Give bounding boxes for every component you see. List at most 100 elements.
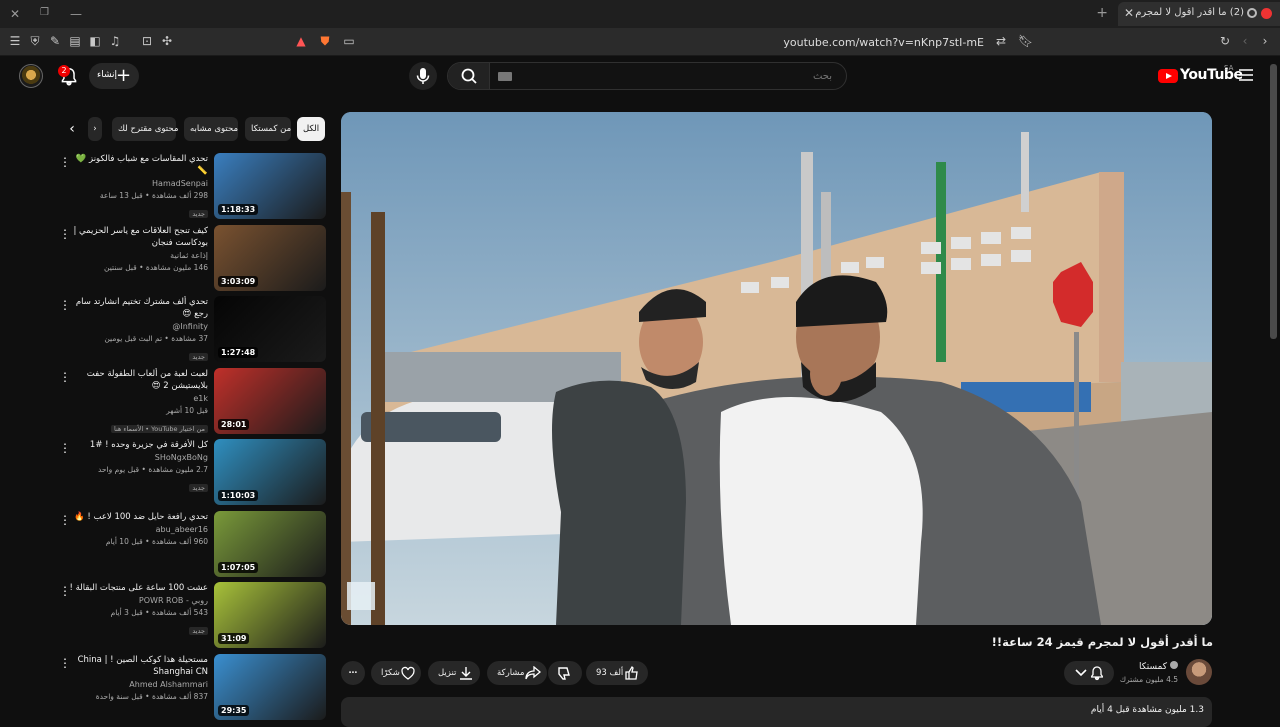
recommendation-channel[interactable]: HamadSenpai xyxy=(68,178,208,190)
views-and-date: 1.3 مليون مشاهدة قبل 4 أيام xyxy=(1090,705,1204,715)
sidebar-menu-icon[interactable]: ☰ xyxy=(8,34,22,48)
recommendation-thumbnail[interactable]: 28:01 xyxy=(214,367,326,434)
music-icon[interactable]: ♫ xyxy=(108,34,122,48)
subscription-notifications-button[interactable] xyxy=(1064,661,1114,685)
channel-name[interactable]: كمستكا xyxy=(1139,661,1178,672)
download-button[interactable]: تنزيل xyxy=(428,661,480,685)
address-bar[interactable]: ▲ ⛊ ▭ youtube.com/watch?v=nKnp7stI-mE ⇄ xyxy=(288,31,1014,53)
account-avatar[interactable] xyxy=(19,64,43,88)
new-tab-icon[interactable]: + xyxy=(1096,5,1108,21)
share-button[interactable]: مشاركة xyxy=(487,661,547,685)
reload-icon[interactable]: ↻ xyxy=(1218,34,1232,48)
recommendation-thumbnail[interactable]: 29:35 xyxy=(214,653,326,720)
verified-icon xyxy=(1170,661,1178,669)
more-options-icon[interactable]: ⋮ xyxy=(59,298,71,312)
more-options-icon[interactable]: ⋮ xyxy=(59,370,71,384)
screenshot-icon[interactable]: ⊡ xyxy=(140,34,154,48)
recommendation-thumbnail[interactable]: 3:03:09 xyxy=(214,224,326,291)
chips-scroll-arrow-icon[interactable]: ‹ xyxy=(62,119,82,139)
like-button[interactable]: 93 ألف xyxy=(586,661,648,685)
more-options-icon[interactable]: ⋮ xyxy=(59,155,71,169)
more-options-icon[interactable]: ⋮ xyxy=(59,441,71,455)
recommendation-thumbnail[interactable]: 31:09 xyxy=(214,582,326,648)
recommendation-item[interactable]: ⋮ تحدي ألف مشترك تختيم انشارتد سام رجع 😍 I… xyxy=(56,296,326,362)
recommendation-title[interactable]: تحدي المقاسات مع شباب فالكونز 💚📏 xyxy=(68,153,208,177)
more-options-icon[interactable]: ⋮ xyxy=(59,584,71,598)
browser-tab-active[interactable]: ✕ (2) ما أقدر أقول لا لمجرم قيمز 4 xyxy=(1118,2,1280,26)
more-options-icon[interactable]: ⋮ xyxy=(59,513,71,527)
create-button[interactable]: إنشاء + xyxy=(89,63,139,89)
recommendation-title[interactable]: كيف تنجح العلاقات مع ياسر الحزيمي | بودك… xyxy=(68,225,208,249)
page-scrollbar[interactable] xyxy=(1270,64,1277,339)
forward-icon[interactable]: › xyxy=(1258,34,1272,48)
recommendation-item[interactable]: ⋮ كل الأفرقة في جزيرة وحده ! #1 SHoNgxBoNg… xyxy=(56,439,326,505)
channel-avatar[interactable] xyxy=(1186,659,1212,685)
reader-icon[interactable]: ◧ xyxy=(88,34,102,48)
voice-search-button[interactable] xyxy=(409,62,437,90)
minimize-window-icon[interactable]: — xyxy=(70,7,82,21)
duration-badge: 28:01 xyxy=(218,418,250,430)
tabs-icon[interactable]: ▤ xyxy=(68,34,82,48)
download-label: تنزيل xyxy=(438,668,457,678)
recommendation-thumbnail[interactable]: 1:18:33 xyxy=(214,153,326,219)
video-player[interactable] xyxy=(341,112,1212,625)
brave-shields-icon[interactable]: ⛊ xyxy=(318,34,332,48)
recommendation-title[interactable]: تحدي ألف مشترك تختيم انشارتد سام رجع 😍 xyxy=(68,296,208,320)
create-label: إنشاء xyxy=(97,70,118,80)
recommendation-info: تحدي رافعة حايل ضد 100 لاعب ! 🔥 abu_abeer… xyxy=(68,511,208,547)
video-title: ما أقدر أقول لا لمجرم قيمز 24 ساعة!! xyxy=(991,635,1213,649)
recommendation-item[interactable]: ⋮ كيف تنجح العلاقات مع ياسر الحزيمي | بود… xyxy=(56,224,326,291)
chip-from-channel[interactable]: من كمستكا xyxy=(245,117,291,141)
recommendation-item[interactable]: ⋮ تحدي المقاسات مع شباب فالكونز 💚📏 HamadSe… xyxy=(56,153,326,219)
recommendation-thumbnail[interactable]: 1:27:48 xyxy=(214,296,326,362)
recommendation-title[interactable]: تحدي رافعة حايل ضد 100 لاعب ! 🔥 xyxy=(68,511,208,523)
keyboard-icon[interactable] xyxy=(498,72,512,81)
recommendation-channel[interactable]: SHoNgxBoNg xyxy=(68,452,208,464)
guide-menu-icon[interactable] xyxy=(1239,69,1253,81)
chip-related[interactable]: محتوى مشابه xyxy=(184,117,238,141)
recommendation-channel[interactable]: e1k xyxy=(68,393,208,405)
tab-close-icon[interactable]: ✕ xyxy=(1124,6,1134,20)
site-settings-icon[interactable]: ⇄ xyxy=(994,34,1008,48)
thanks-button[interactable]: شكرًا xyxy=(371,661,421,685)
recommendation-thumbnail[interactable]: 1:10:03 xyxy=(214,439,326,505)
bell-chevron-icon xyxy=(1075,666,1103,681)
back-icon[interactable]: ‹ xyxy=(1238,34,1252,48)
recommendation-item[interactable]: ⋮ عشت 100 ساعة على منتجات البقالة ! روبي -… xyxy=(56,582,326,648)
description-box[interactable]: 1.3 مليون مشاهدة قبل 4 أيام xyxy=(341,697,1212,727)
thanks-label: شكرًا xyxy=(381,668,400,678)
url-text: youtube.com/watch?v=nKnp7stI-mE xyxy=(783,36,984,49)
recommendation-channel[interactable]: Ahmed Alshammari xyxy=(68,679,208,691)
recommendation-item[interactable]: ⋮ مستحيلة هذا كوكب الصين ! China | Shangh… xyxy=(56,653,326,720)
recommendation-channel[interactable]: abu_abeer16 xyxy=(68,524,208,536)
recommendation-title[interactable]: عشت 100 ساعة على منتجات البقالة ! xyxy=(68,582,208,594)
more-options-icon[interactable]: ⋮ xyxy=(59,227,71,241)
recommendation-channel[interactable]: إذاعة ثمانية xyxy=(68,250,208,262)
search-input[interactable] xyxy=(492,63,842,89)
search-icon xyxy=(461,68,477,84)
chip-truncated[interactable]: › xyxy=(88,117,102,141)
recommendation-title[interactable]: كل الأفرقة في جزيرة وحده ! #1 xyxy=(68,439,208,451)
dislike-button[interactable] xyxy=(548,661,582,685)
recommendation-channel[interactable]: روبي - POWR ROB xyxy=(68,595,208,607)
recommendation-thumbnail[interactable]: 1:07:05 xyxy=(214,510,326,577)
chip-recommended[interactable]: محتوى مقترح لك xyxy=(112,117,178,141)
page-info-icon[interactable]: ▭ xyxy=(342,34,356,48)
more-options-icon[interactable]: ⋮ xyxy=(59,656,71,670)
recommendation-title[interactable]: مستحيلة هذا كوكب الصين ! China | Shangha… xyxy=(68,654,208,678)
recommendation-item[interactable]: ⋮ تحدي رافعة حايل ضد 100 لاعب ! 🔥 abu_abee… xyxy=(56,510,326,577)
shield-icon[interactable]: ⛨ xyxy=(28,34,42,48)
close-window-icon[interactable]: ✕ xyxy=(10,7,20,21)
more-actions-icon[interactable]: ⋯ xyxy=(341,661,365,685)
bookmark-icon[interactable]: 🔖︎ xyxy=(1018,34,1033,48)
duration-badge: 31:09 xyxy=(218,633,250,644)
chip-all[interactable]: الكل xyxy=(297,117,325,141)
recommendation-item[interactable]: ⋮ لعبت لعبة من ألعاب الطفولة حفت بلايستيش… xyxy=(56,367,326,434)
recommendation-channel[interactable]: Infinity@ xyxy=(68,321,208,333)
search-button[interactable] xyxy=(448,63,490,89)
recommendation-title[interactable]: لعبت لعبة من ألعاب الطفولة حفت بلايستيشن… xyxy=(68,368,208,392)
brave-rewards-icon[interactable]: ▲ xyxy=(294,34,308,48)
restore-window-icon[interactable]: ❐ xyxy=(40,7,49,18)
wallet-icon[interactable]: ✎ xyxy=(48,34,62,48)
extensions-icon[interactable]: ✣ xyxy=(160,34,174,48)
